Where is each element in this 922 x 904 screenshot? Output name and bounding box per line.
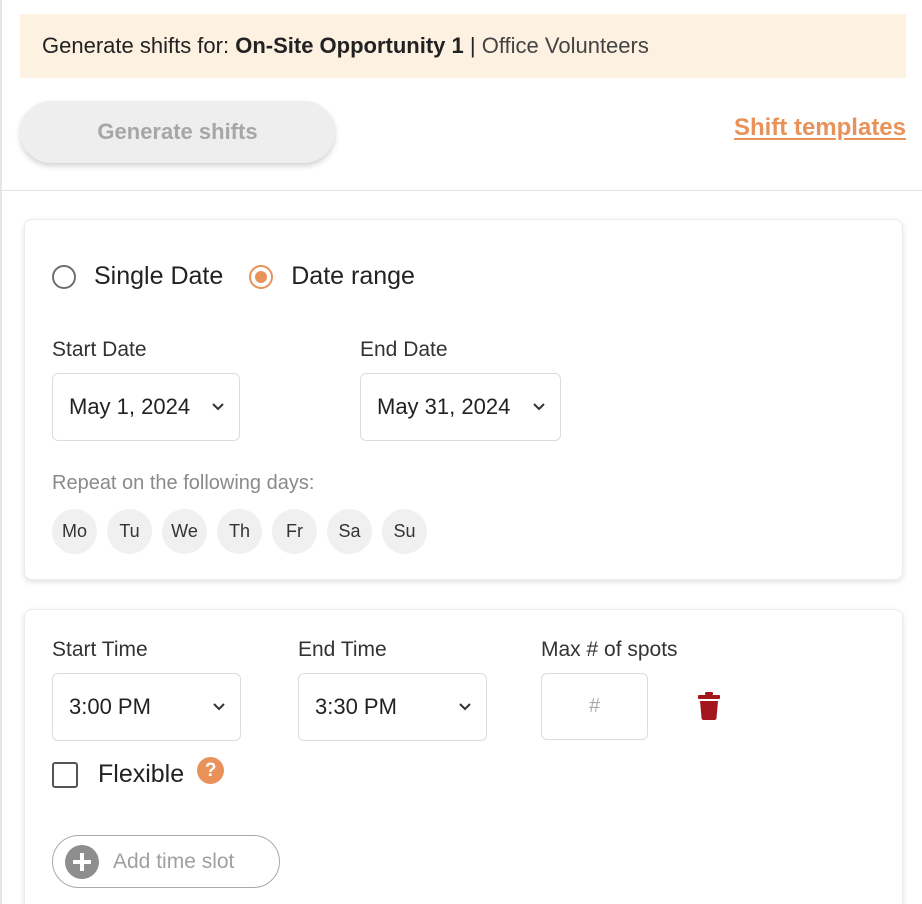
date-range-label[interactable]: Date range bbox=[291, 262, 415, 291]
header-separator: | bbox=[463, 33, 482, 58]
flexible-checkbox[interactable] bbox=[52, 761, 78, 788]
plus-circle-icon bbox=[65, 844, 99, 879]
start-time-value: 3:00 PM bbox=[69, 694, 151, 719]
header-banner: Generate shifts for: On-Site Opportunity… bbox=[20, 14, 906, 78]
date-settings-card: Single Date Date range Start Date May 1,… bbox=[24, 219, 903, 580]
flexible-row: Flexible ? bbox=[52, 757, 225, 789]
day-toggle-th[interactable]: Th bbox=[217, 509, 262, 554]
day-toggle-we[interactable]: We bbox=[162, 509, 207, 554]
header-prefix: Generate shifts for: bbox=[42, 33, 236, 58]
shift-templates-link[interactable]: Shift templates bbox=[734, 114, 906, 142]
weekday-picker: Mo Tu We Th Fr Sa Su bbox=[52, 509, 437, 554]
trash-icon[interactable] bbox=[698, 692, 720, 720]
single-date-radio[interactable] bbox=[52, 264, 76, 289]
add-time-slot-button[interactable]: Add time slot bbox=[52, 835, 280, 888]
end-time-label: End Time bbox=[298, 638, 387, 661]
flexible-label[interactable]: Flexible bbox=[98, 760, 184, 789]
start-time-label: Start Time bbox=[52, 638, 148, 661]
repeat-days-label: Repeat on the following days: bbox=[52, 472, 315, 494]
start-date-value: May 1, 2024 bbox=[69, 394, 191, 419]
day-toggle-sa[interactable]: Sa bbox=[327, 509, 372, 554]
radio-dot bbox=[255, 270, 268, 283]
single-date-label[interactable]: Single Date bbox=[94, 262, 223, 291]
add-time-slot-label: Add time slot bbox=[113, 849, 235, 873]
start-date-label: Start Date bbox=[52, 338, 147, 361]
end-date-select[interactable]: May 31, 2024 bbox=[360, 373, 561, 441]
end-time-value: 3:30 PM bbox=[315, 694, 397, 719]
day-toggle-mo[interactable]: Mo bbox=[52, 509, 97, 554]
opportunity-name: On-Site Opportunity 1 bbox=[235, 33, 464, 58]
start-date-select[interactable]: May 1, 2024 bbox=[52, 373, 240, 441]
group-name: Office Volunteers bbox=[481, 33, 649, 58]
max-spots-label: Max # of spots bbox=[541, 638, 678, 661]
help-icon[interactable]: ? bbox=[197, 757, 225, 784]
max-spots-input[interactable] bbox=[541, 673, 648, 740]
date-range-radio[interactable] bbox=[249, 264, 274, 289]
start-time-select[interactable]: 3:00 PM bbox=[52, 673, 241, 741]
chevron-down-icon bbox=[533, 403, 545, 411]
date-mode-group: Single Date Date range bbox=[52, 262, 441, 291]
chevron-down-icon bbox=[213, 703, 225, 711]
divider bbox=[0, 190, 922, 191]
generate-shifts-button[interactable]: Generate shifts bbox=[20, 101, 335, 163]
end-time-select[interactable]: 3:30 PM bbox=[298, 673, 487, 741]
day-toggle-fr[interactable]: Fr bbox=[272, 509, 317, 554]
end-date-label: End Date bbox=[360, 338, 448, 361]
end-date-value: May 31, 2024 bbox=[377, 394, 511, 419]
day-toggle-tu[interactable]: Tu bbox=[107, 509, 152, 554]
chevron-down-icon bbox=[459, 703, 471, 711]
day-toggle-su[interactable]: Su bbox=[382, 509, 427, 554]
chevron-down-icon bbox=[212, 403, 224, 411]
left-border bbox=[0, 0, 2, 904]
time-slot-card: Start Time 3:00 PM End Time 3:30 PM Max … bbox=[24, 609, 903, 904]
